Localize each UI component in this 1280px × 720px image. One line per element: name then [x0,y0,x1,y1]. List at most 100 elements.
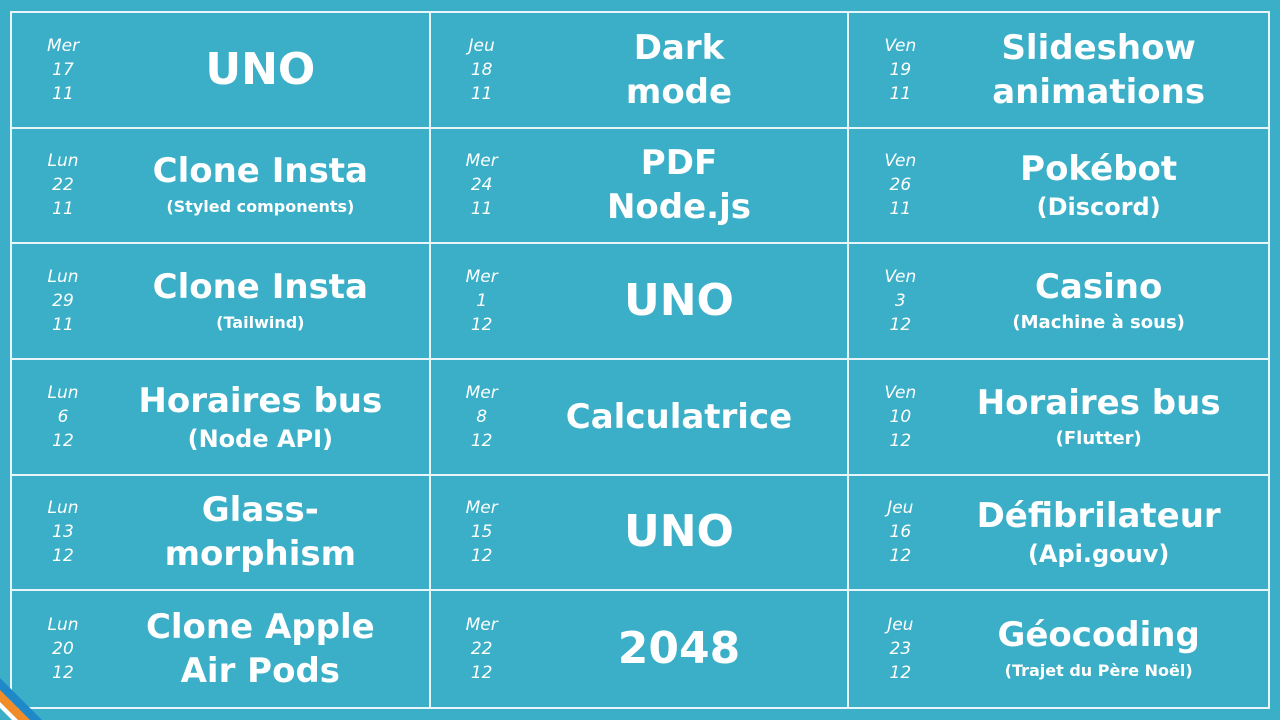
project-title: Pokébot [1020,149,1178,190]
date-number: 15 [470,522,493,543]
date-block: Ven 19 11 [875,13,925,127]
date-number: 16 [889,522,912,543]
month-number: 11 [889,199,912,220]
project-block: Géocoding (Trajet du Père Noël) [929,591,1268,707]
project-block: Pokébot (Discord) [929,129,1268,243]
date-block: Mer 8 12 [457,360,507,474]
project-title: Dark mode [625,27,733,112]
day-label: Jeu [887,615,914,636]
schedule-cell: Mer 24 11 PDF Node.js [430,128,850,245]
project-title: Slideshow animations [992,27,1206,112]
project-subtitle: (Flutter) [1055,427,1142,449]
schedule-cell: Mer 22 12 2048 [431,591,850,707]
day-label: Lun [47,498,79,519]
date-block: Jeu 16 12 [875,476,925,590]
project-title: Clone Insta [152,267,368,308]
month-number: 11 [889,83,912,104]
project-subtitle: (Api.gouv) [1027,540,1170,569]
project-subtitle: (Tailwind) [216,313,305,333]
project-block: UNO [511,244,848,358]
date-block: Ven 26 11 [875,129,925,243]
project-title: UNO [624,275,734,327]
schedule-cell: Mer 17 11 UNO [12,13,431,129]
project-title: Horaires bus [976,382,1221,423]
date-block: Mer 1 12 [457,244,507,358]
project-subtitle: (Machine à sous) [1012,312,1185,334]
schedule-cell: Mer 15 12 UNO [430,475,850,592]
project-block: Clone Insta (Styled components) [92,129,429,243]
date-block: Lun 29 11 [38,244,88,358]
month-number: 12 [52,546,74,567]
project-title: Calculatrice [565,396,793,437]
schedule-cell: Ven 19 11 Slideshow animations [849,13,1268,129]
project-title: Défibrilateur [976,496,1221,537]
schedule-cell: Ven 10 12 Horaires bus (Flutter) [849,360,1268,476]
schedule-cell: Ven 26 11 Pokébot (Discord) [849,129,1268,245]
project-block: Slideshow animations [929,13,1268,127]
day-label: Mer [465,615,498,636]
date-block: Mer 24 11 [457,129,507,243]
month-number: 12 [889,546,912,567]
month-number: 12 [470,315,493,336]
schedule-cell: Mer 1 12 UNO [430,244,850,360]
date-block: Mer 22 12 [457,591,507,707]
project-block: Casino (Machine à sous) [929,244,1268,358]
date-number: 22 [470,639,493,660]
date-block: Jeu 23 12 [875,591,925,707]
month-number: 12 [470,430,493,451]
day-label: Lun [47,615,79,636]
date-block: Mer 15 12 [457,476,507,590]
date-number: 6 [57,406,69,427]
date-number: 20 [52,639,74,660]
project-block: PDF Node.js [511,129,848,243]
date-block: Ven 10 12 [875,360,925,474]
project-title: Casino [1034,267,1163,308]
project-title: Horaires bus [138,380,383,421]
month-number: 11 [52,83,74,104]
date-number: 19 [889,59,912,80]
project-block: Horaires bus (Node API) [92,360,429,474]
project-block: Défibrilateur (Api.gouv) [929,476,1268,590]
day-label: Mer [465,382,498,403]
project-title: Clone Insta [152,151,368,192]
schedule-cell: Jeu 18 11 Dark mode [430,13,850,129]
date-number: 8 [476,406,488,427]
project-block: UNO [92,13,429,127]
schedule-cell: Lun 20 12 Clone Apple Air Pods [12,591,431,707]
day-label: Ven [884,267,917,288]
schedule-cell: Mer 8 12 Calculatrice [430,359,850,476]
date-block: Lun 6 12 [38,360,88,474]
month-number: 12 [889,315,912,336]
day-label: Jeu [468,35,495,56]
month-number: 12 [889,430,912,451]
project-subtitle: (Trajet du Père Noël) [1004,661,1193,681]
schedule-cell: Jeu 23 12 Géocoding (Trajet du Père Noël… [849,591,1268,707]
day-label: Mer [465,498,498,519]
day-label: Ven [884,382,917,403]
day-label: Lun [47,151,79,172]
date-number: 17 [52,59,74,80]
date-number: 10 [889,406,912,427]
schedule-cell: Ven 3 12 Casino (Machine à sous) [849,244,1268,360]
project-block: Clone Apple Air Pods [92,591,429,707]
date-number: 18 [470,59,493,80]
day-label: Jeu [887,498,914,519]
schedule-grid: Mer 17 11 UNO Jeu 18 11 Dark mode Ven 19… [10,11,1270,709]
date-number: 29 [52,291,74,312]
project-title: UNO [205,43,316,95]
month-number: 11 [470,199,493,220]
month-number: 12 [470,546,493,567]
project-subtitle: (Discord) [1036,193,1161,222]
day-label: Ven [884,35,917,56]
project-title: UNO [624,506,734,558]
day-label: Mer [465,267,498,288]
project-block: UNO [511,476,848,590]
day-label: Mer [465,151,498,172]
schedule-cell: Lun 22 11 Clone Insta (Styled components… [12,128,431,245]
date-block: Lun 13 12 [38,476,88,590]
project-subtitle: (Node API) [187,424,334,453]
project-block: Dark mode [511,13,848,127]
date-number: 1 [476,291,488,312]
month-number: 12 [889,663,912,684]
day-label: Mer [46,35,80,56]
